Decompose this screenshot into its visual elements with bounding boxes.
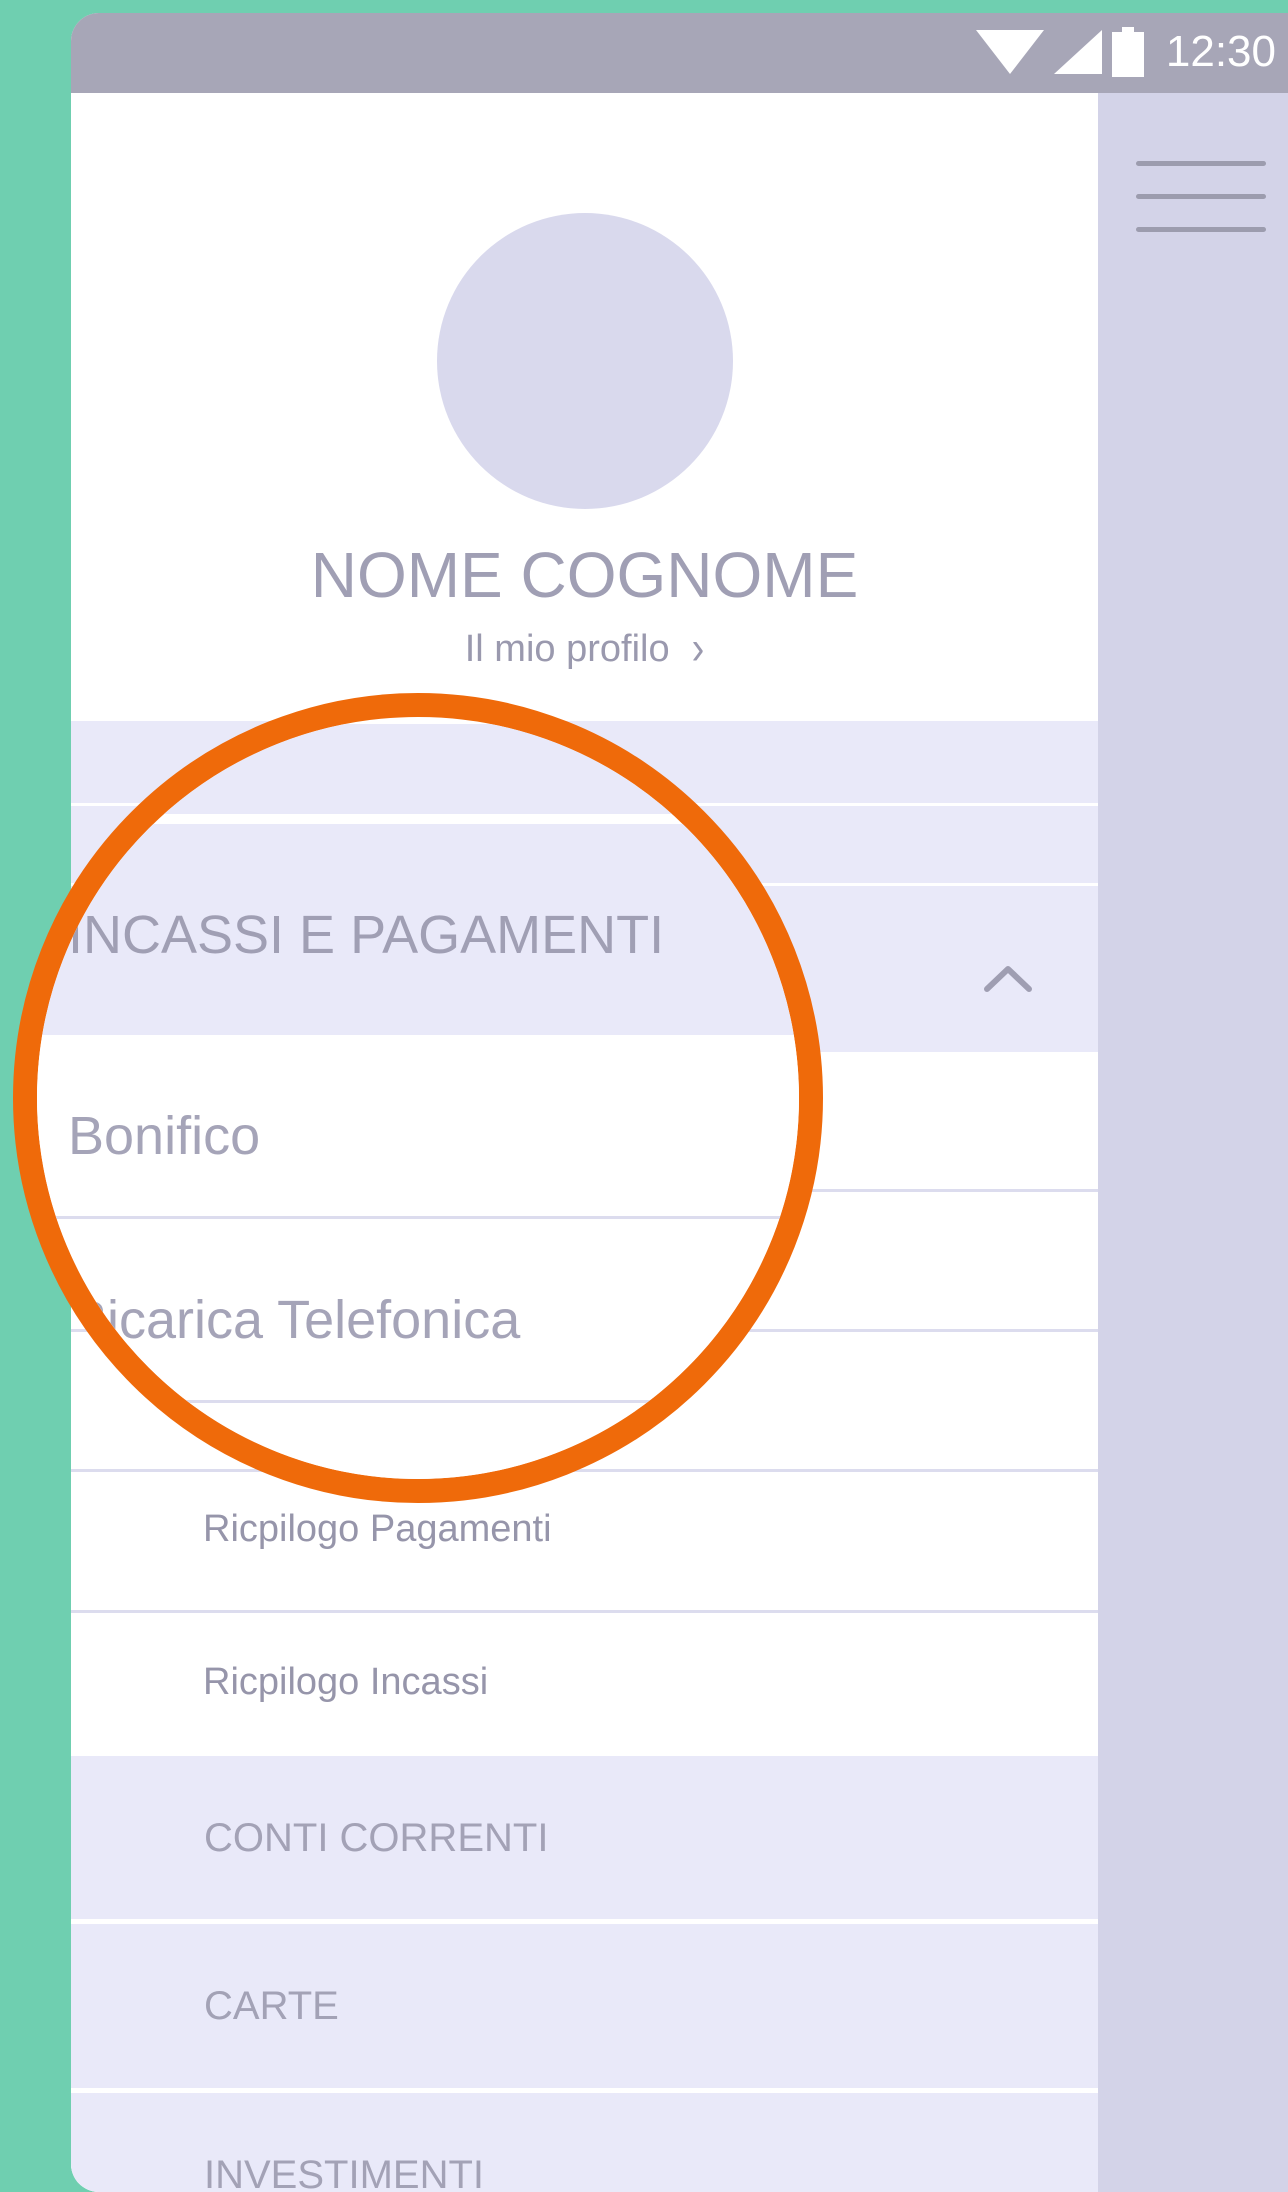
user-name: NOME COGNOME xyxy=(310,539,859,611)
profile-link[interactable]: Il mio profilo › xyxy=(71,623,1098,676)
category-label: CONTI CORRENTI xyxy=(204,1816,549,1860)
menu-item-ricarica-telefonica[interactable]: Ricarica Telefonica xyxy=(37,1219,799,1403)
status-time: 12:30 xyxy=(1165,27,1276,76)
zoom-band-top xyxy=(37,724,799,814)
menu-item-label: Ricpilogo Pagamenti xyxy=(203,1508,552,1550)
cell-signal-icon xyxy=(1053,30,1102,74)
battery-icon xyxy=(1111,27,1144,77)
zoom-band-2 xyxy=(37,824,799,904)
hamburger-menu-icon[interactable] xyxy=(1136,161,1266,243)
magnified-menu: INCASSI E PAGAMENTI Bonifico Ricarica Te… xyxy=(37,717,799,1479)
category-conti-correnti[interactable]: CONTI CORRENTI xyxy=(71,1756,1098,1919)
category-carte[interactable]: CARTE xyxy=(71,1924,1098,2088)
status-bar: 12:30 xyxy=(71,13,1288,93)
menu-item-label: Bonifico xyxy=(68,1106,261,1166)
chevron-up-icon[interactable] xyxy=(983,953,1033,1003)
menu-item-riepilogo-pagamenti[interactable]: Ricpilogo Pagamenti xyxy=(71,1472,1098,1613)
menu-item-bonifico[interactable]: Bonifico xyxy=(37,1035,799,1219)
menu-item-riepilogo-incassi[interactable]: Ricpilogo Incassi xyxy=(71,1613,1098,1756)
profile-link-label: Il mio profilo xyxy=(464,628,670,670)
zoom-section-title: INCASSI E PAGAMENTI xyxy=(68,905,665,965)
menu-item-label: Ricpilogo Incassi xyxy=(203,1661,489,1703)
category-label: INVESTIMENTI xyxy=(204,2153,485,2192)
menu-item-label: Ricarica Telefonica xyxy=(68,1290,521,1350)
content-pane xyxy=(1098,93,1288,2192)
avatar[interactable] xyxy=(437,213,733,509)
zoom-section-header: INCASSI E PAGAMENTI xyxy=(37,900,799,1035)
chevron-right-icon: › xyxy=(691,622,705,676)
zoom-magnifier: INCASSI E PAGAMENTI Bonifico Ricarica Te… xyxy=(13,693,823,1503)
status-icons: 12:30 xyxy=(975,27,1276,77)
category-investimenti[interactable]: INVESTIMENTI xyxy=(71,2093,1098,2192)
wifi-icon xyxy=(975,30,1044,74)
category-label: CARTE xyxy=(204,1984,339,2028)
